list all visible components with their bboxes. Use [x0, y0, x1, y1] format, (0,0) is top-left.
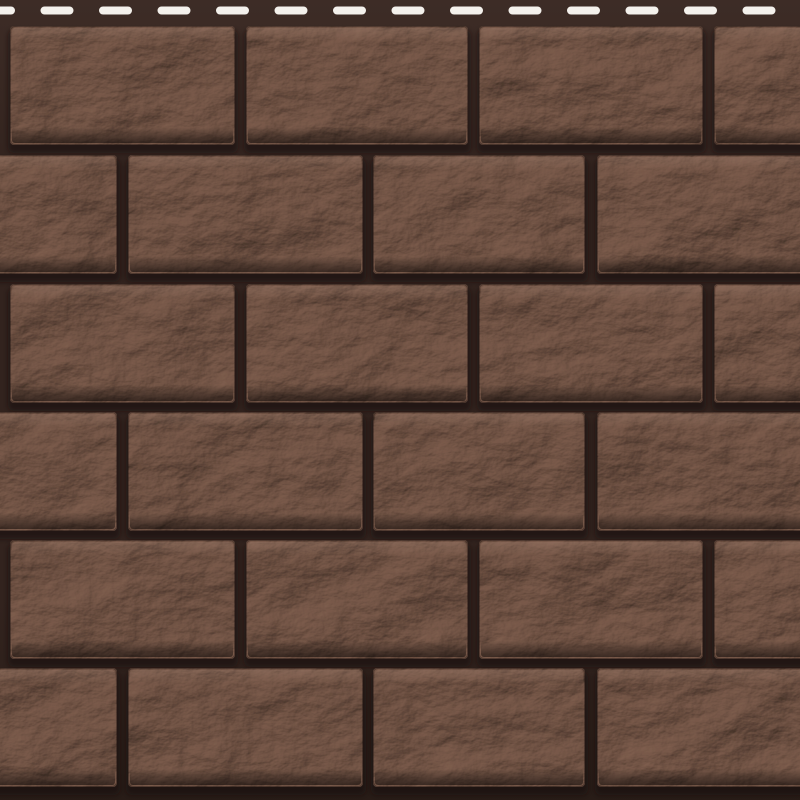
stone-brick	[244, 540, 471, 667]
stone-brick	[0, 155, 120, 282]
stone-brick	[595, 668, 800, 795]
stone-brick	[244, 26, 471, 153]
stone-brick	[0, 668, 120, 795]
stone-brick	[712, 284, 800, 411]
stone-brick	[0, 412, 120, 539]
stone-brick	[477, 284, 706, 411]
stone-brick	[126, 155, 366, 282]
stone-brick	[477, 26, 706, 153]
stone-brick	[8, 540, 238, 667]
stone-brick	[712, 26, 800, 153]
siding-panel-image	[0, 0, 800, 800]
stone-brick	[244, 284, 471, 411]
stone-siding-texture	[0, 0, 800, 800]
stone-brick	[371, 155, 588, 282]
stone-brick	[595, 412, 800, 539]
stone-brick	[126, 412, 366, 539]
stone-brick	[8, 26, 238, 153]
stone-brick	[126, 668, 366, 795]
stone-brick	[712, 540, 800, 667]
brick-wall	[0, 26, 800, 795]
stone-brick	[371, 668, 588, 795]
stone-brick	[8, 284, 238, 411]
stone-brick	[595, 155, 800, 282]
stone-brick	[477, 540, 706, 667]
stone-brick	[371, 412, 588, 539]
